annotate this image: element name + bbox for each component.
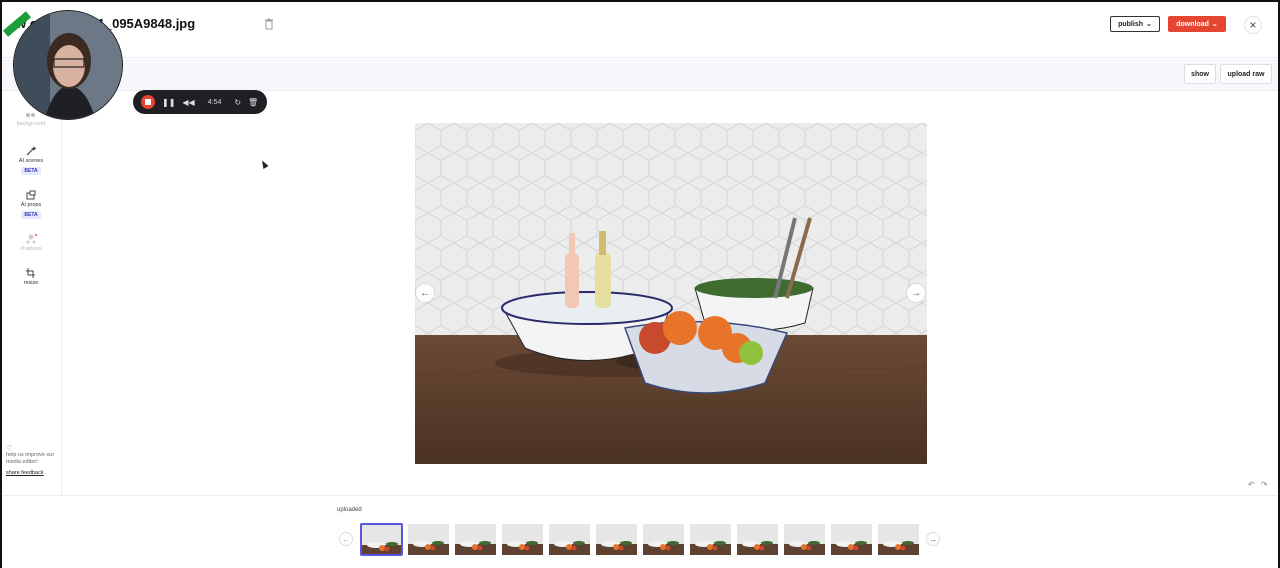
tool-label: background (16, 121, 46, 127)
download-label: download (1176, 20, 1209, 28)
rewind-icon[interactable]: ◀◀ (182, 98, 194, 107)
shadows-icon (26, 234, 37, 244)
delete-recording-icon[interactable]: 🗑 (248, 98, 258, 107)
chevron-down-icon: ⌄ (1211, 21, 1218, 28)
close-icon[interactable]: × (1244, 16, 1262, 34)
thumbnail[interactable] (642, 523, 685, 556)
stop-recording-button[interactable] (141, 95, 155, 109)
thumbnail[interactable] (407, 523, 450, 556)
thumbnail[interactable] (595, 523, 638, 556)
undo-icon[interactable]: ↶ (1248, 480, 1255, 489)
publish-button[interactable]: publish ⌄ (1110, 16, 1160, 32)
feedback-text: help us improve our media editor! (6, 452, 55, 465)
thumbnail[interactable] (783, 523, 826, 556)
heart-icon: ♡ (6, 445, 13, 452)
share-feedback-link[interactable]: share feedback (6, 470, 60, 477)
recording-time: 4:54 (207, 98, 222, 106)
trash-icon[interactable] (264, 18, 274, 30)
tool-ai-props[interactable]: AI props BETA (2, 190, 60, 219)
props-icon (26, 190, 36, 200)
upload-raw-button[interactable]: upload raw (1220, 64, 1272, 84)
filmstrip-next-arrow[interactable]: → (926, 532, 940, 546)
publish-label: publish (1118, 20, 1143, 28)
thumbnail[interactable] (736, 523, 779, 556)
download-button[interactable]: download ⌄ (1168, 16, 1226, 32)
thumbnail[interactable] (877, 523, 920, 556)
crop-icon (26, 268, 35, 278)
prev-image-arrow[interactable]: ← (416, 284, 434, 302)
show-button[interactable]: show (1184, 64, 1216, 84)
thumbnail[interactable] (501, 523, 544, 556)
filmstrip: uploaded ← → (2, 495, 1278, 568)
beta-badge: BETA (21, 211, 41, 219)
tool-label: resize (23, 280, 39, 286)
thumbnail[interactable] (548, 523, 591, 556)
main-product-image (415, 123, 927, 464)
redo-icon[interactable]: ↷ (1261, 480, 1268, 489)
screen-recorder-bar: ❚❚ ◀◀ 4:54 ↻ 🗑 (133, 90, 267, 114)
product-photo (415, 123, 927, 464)
tools-sidebar: background AI scenes BETA AI props BETA … (2, 91, 62, 495)
feedback-box: ♡ help us improve our media editor! shar… (6, 445, 60, 477)
filmstrip-prev-arrow[interactable]: ← (339, 532, 353, 546)
filmstrip-label: uploaded (337, 507, 362, 513)
tool-resize[interactable]: resize (2, 268, 60, 286)
tool-shadows[interactable]: shadows (2, 234, 60, 252)
restart-icon[interactable]: ↻ (234, 98, 241, 107)
tool-ai-scenes[interactable]: AI scenes BETA (2, 146, 60, 175)
pause-icon[interactable]: ❚❚ (162, 98, 175, 107)
beta-badge: BETA (21, 167, 41, 175)
webcam-overlay (13, 10, 123, 120)
tool-label: AI props (20, 202, 42, 208)
thumbnail[interactable] (830, 523, 873, 556)
next-image-arrow[interactable]: → (907, 284, 925, 302)
thumbnail[interactable] (360, 523, 403, 556)
tool-label: AI scenes (18, 158, 44, 164)
background-icon (26, 113, 35, 117)
magic-wand-icon (26, 146, 37, 156)
app-window: w on Home_r1_095A9848.jpg publish ⌄ down… (0, 0, 1280, 568)
thumbnail-list (360, 523, 920, 556)
thumbnail[interactable] (454, 523, 497, 556)
header: w on Home_r1_095A9848.jpg publish ⌄ down… (2, 2, 1278, 58)
thumbnail[interactable] (689, 523, 732, 556)
tool-label: shadows (20, 246, 42, 252)
chevron-down-icon: ⌄ (1146, 21, 1152, 28)
presenter-video (14, 11, 122, 119)
history-controls: ↶ ↷ (1248, 480, 1267, 489)
image-toolbar: show upload raw (2, 59, 1278, 91)
